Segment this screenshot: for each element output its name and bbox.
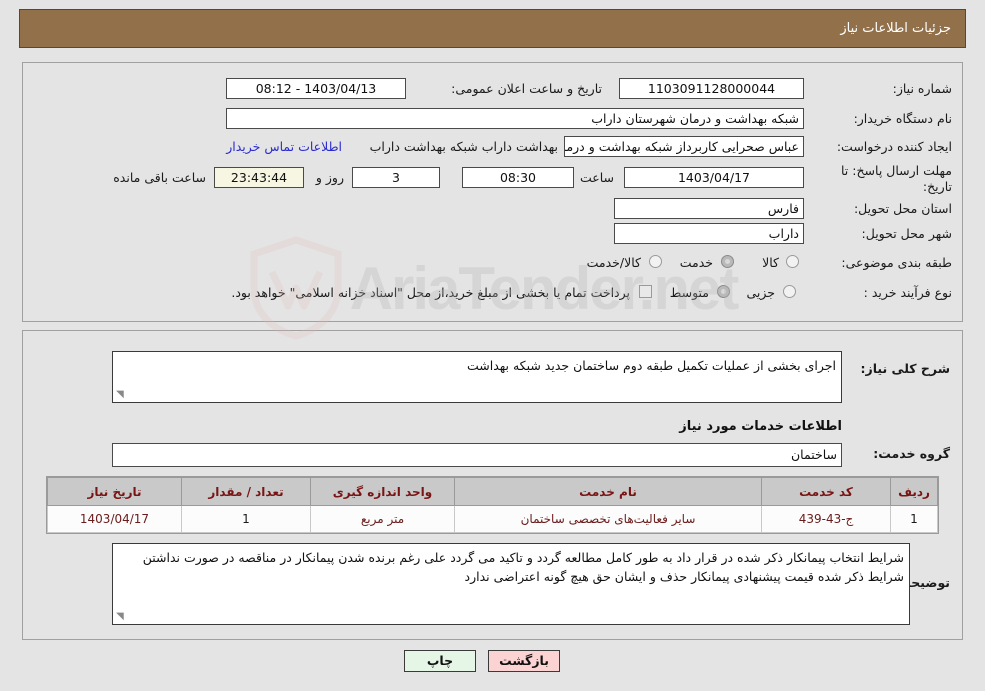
table-header-row: ردیف کد خدمت نام خدمت واحد اندازه گیری ت… (47, 477, 938, 506)
announce-datetime-label: تاریخ و ساعت اعلان عمومی: (451, 81, 602, 96)
need-number-label: شماره نیاز: (892, 81, 952, 96)
cell-service-name: سایر فعالیت‌های تخصصی ساختمان (454, 505, 762, 533)
services-table-wrapper: ردیف کد خدمت نام خدمت واحد اندازه گیری ت… (46, 476, 939, 534)
print-button[interactable]: چاپ (404, 650, 476, 672)
services-heading: اطلاعات خدمات مورد نیاز (679, 419, 842, 434)
city-label: شهر محل تحویل: (861, 226, 952, 241)
deadline-hour-value: 08:30 (462, 167, 574, 188)
page-title: جزئیات اطلاعات نیاز (840, 21, 951, 36)
summary-label: شرح کلی نیاز: (860, 361, 950, 376)
deadline-hour-label: ساعت (579, 170, 614, 185)
th-unit: واحد اندازه گیری (310, 477, 455, 506)
radio-category-khedmat[interactable] (721, 255, 734, 268)
radio-category-kala-label: کالا (762, 255, 779, 270)
radio-category-kala-khedmat-label: کالا/خدمت (586, 255, 641, 270)
radio-process-motavaset[interactable] (717, 285, 730, 298)
radio-category-kala[interactable] (786, 255, 799, 268)
islamic-treasury-payment-label: پرداخت تمام یا بخشی از مبلغ خرید،از محل … (231, 285, 630, 300)
summary-textarea[interactable]: اجرای بخشی از عملیات تکمیل طبقه دوم ساخت… (112, 351, 842, 403)
radio-process-jozei-label: جزیی (746, 285, 775, 300)
announce-datetime-value: 1403/04/13 - 08:12 (226, 78, 406, 99)
table-row: 1 ج-43-439 سایر فعالیت‌های تخصصی ساختمان… (47, 505, 938, 533)
cell-quantity: 1 (181, 505, 311, 533)
services-table: ردیف کد خدمت نام خدمت واحد اندازه گیری ت… (47, 477, 938, 533)
th-need-date: تاریخ نیاز (47, 477, 182, 506)
buyer-contact-link[interactable]: اطلاعات تماس خریدار (226, 139, 342, 154)
province-value: فارس (614, 198, 804, 219)
service-group-label: گروه خدمت: (873, 446, 950, 461)
cell-need-date: 1403/04/17 (47, 505, 182, 533)
cell-row-no: 1 (890, 505, 938, 533)
need-number-value: 1103091128000044 (619, 78, 804, 99)
th-row-no: ردیف (890, 477, 938, 506)
countdown-timer: 23:43:44 (214, 167, 304, 188)
remaining-days-value: 3 (352, 167, 440, 188)
cell-service-code: ج-43-439 (761, 505, 891, 533)
need-info-panel: شماره نیاز: 1103091128000044 تاریخ و ساع… (22, 62, 963, 322)
service-group-value: ساختمان (112, 443, 842, 467)
buyer-notes-textarea[interactable]: شرایط انتخاب پیمانکار ذکر شده در قرار دا… (112, 543, 910, 625)
th-service-name: نام خدمت (454, 477, 762, 506)
radio-process-jozei[interactable] (783, 285, 796, 298)
resize-grip-icon[interactable]: ◤ (116, 389, 126, 400)
countdown-label: ساعت باقی مانده (113, 170, 206, 185)
radio-category-khedmat-label: خدمت (679, 255, 713, 270)
back-button[interactable]: بازگشت (488, 650, 560, 672)
buyer-org-value: شبکه بهداشت و درمان شهرستان داراب (226, 108, 804, 129)
cell-unit: متر مربع (310, 505, 455, 533)
summary-text: اجرای بخشی از عملیات تکمیل طبقه دوم ساخت… (466, 358, 836, 373)
checkbox-islamic-treasury-payment[interactable] (639, 285, 652, 298)
radio-category-kala-khedmat[interactable] (649, 255, 662, 268)
requester-label: ایجاد کننده درخواست: (836, 139, 952, 154)
buyer-notes-text: شرایط انتخاب پیمانکار ذکر شده در قرار دا… (142, 550, 904, 584)
requester-tail: بهداشت داراب شبکه بهداشت داراب (369, 139, 558, 154)
process-label: نوع فرآیند خرید : (863, 285, 952, 300)
deadline-date-value: 1403/04/17 (624, 167, 804, 188)
page-root: جزئیات اطلاعات نیاز شماره نیاز: 11030911… (0, 0, 985, 691)
resize-grip-icon-notes[interactable]: ◤ (116, 611, 126, 622)
buyer-org-label: نام دستگاه خریدار: (853, 111, 952, 126)
category-label: طبقه بندی موضوعی: (841, 255, 952, 270)
th-quantity: تعداد / مقدار (181, 477, 311, 506)
deadline-label: مهلت ارسال پاسخ: تا تاریخ: (841, 163, 952, 194)
province-label: استان محل تحویل: (853, 201, 952, 216)
radio-process-motavaset-label: متوسط (669, 285, 709, 300)
remaining-days-label: روز و (315, 170, 344, 185)
city-value: داراب (614, 223, 804, 244)
page-header: جزئیات اطلاعات نیاز (19, 9, 966, 48)
requester-value: عباس صحرایی کاربرداز شبکه بهداشت و درمان… (564, 136, 804, 157)
th-service-code: کد خدمت (761, 477, 891, 506)
